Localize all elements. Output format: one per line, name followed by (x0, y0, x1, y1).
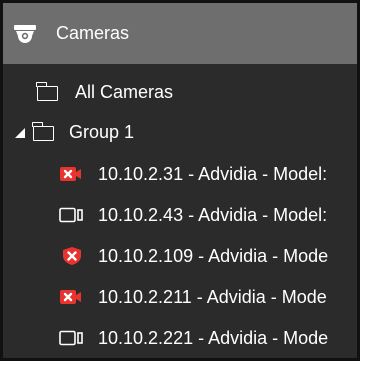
camera-label: 10.10.2.221 - Advidia - Mode (98, 328, 329, 348)
camera-item[interactable]: 10.10.2.31 - Advidia - Model: (3, 154, 357, 194)
expand-caret-icon[interactable] (15, 128, 25, 138)
camera-label: 10.10.2.211 - Advidia - Mode (98, 287, 327, 307)
tree-item-group-1[interactable]: Group 1 (3, 112, 357, 152)
camera-error-icon (59, 165, 83, 183)
camera-item[interactable]: 10.10.2.109 - Advidia - Mode (3, 236, 357, 276)
camera-item[interactable]: 10.10.2.211 - Advidia - Mode (3, 277, 357, 317)
tree-item-label: Group 1 (69, 122, 135, 142)
security-camera-icon (13, 24, 37, 44)
tree-item-all-cameras[interactable]: All Cameras (3, 72, 357, 112)
tree-item-label: All Cameras (75, 82, 174, 102)
camera-item[interactable]: 10.10.2.221 - Advidia - Mode (3, 318, 357, 358)
camera-label: 10.10.2.31 - Advidia - Model: (98, 164, 328, 184)
folder-icon (32, 122, 54, 141)
camera-error-icon (59, 288, 83, 306)
cameras-panel: Cameras All Cameras Group 1 10.10.2.31 -… (0, 0, 360, 361)
panel-title: Cameras (56, 23, 130, 43)
video-camera-icon (59, 207, 85, 223)
shield-error-icon (61, 246, 83, 266)
folder-icon (36, 82, 58, 101)
panel-header[interactable]: Cameras (3, 0, 357, 64)
camera-item[interactable]: 10.10.2.43 - Advidia - Model: (3, 195, 357, 235)
video-camera-icon (59, 330, 85, 346)
camera-label: 10.10.2.109 - Advidia - Mode (98, 246, 329, 266)
camera-label: 10.10.2.43 - Advidia - Model: (98, 205, 328, 225)
